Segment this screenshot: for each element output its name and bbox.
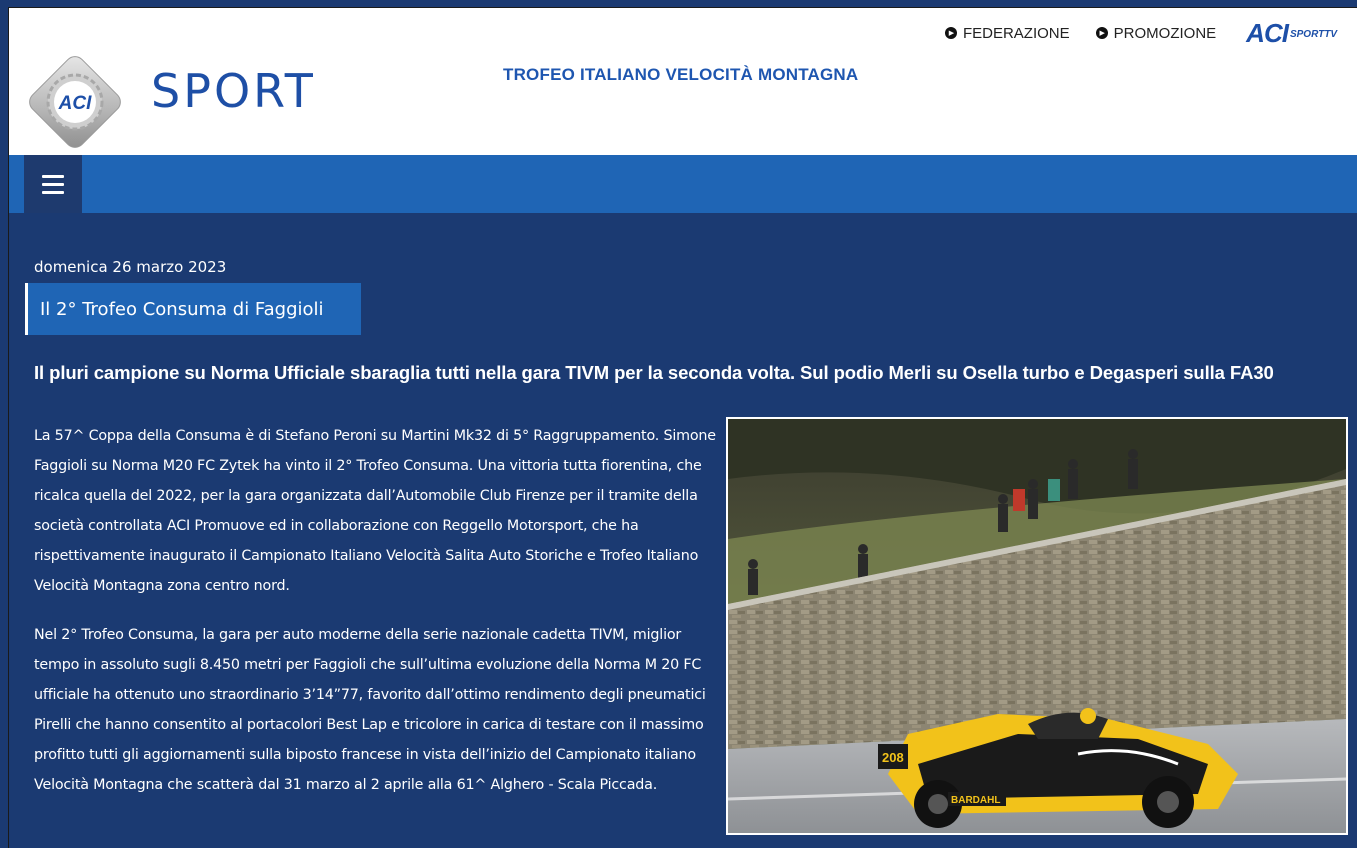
federazione-label: FEDERAZIONE [962,24,1070,42]
sporttv-aci-text: ACI [1246,17,1289,48]
article-paragraph: Nel 2° Trofeo Consuma, la gara per auto … [34,627,706,793]
race-car-photo: 208 BARDAHL [728,419,1346,833]
article-category-tag[interactable]: Il 2° Trofeo Consuma di Faggioli [25,283,361,335]
promozione-label: PROMOZIONE [1113,24,1217,42]
article-date: domenica 26 marzo 2023 [34,258,227,276]
circle-arrow-icon [1095,27,1108,39]
site-header: FEDERAZIONE PROMOZIONE ACI SPORTTV ACI [9,8,1357,155]
top-nav: FEDERAZIONE PROMOZIONE ACI SPORTTV [919,16,1357,50]
article-headline: Il pluri campione su Norma Ufficiale sba… [34,362,1274,383]
article-photo[interactable]: 208 BARDAHL [726,417,1348,835]
hamburger-icon [42,174,64,178]
site-title: TROFEO ITALIANO VELOCITÀ MONTAGNA [503,65,859,84]
aci-sporttv-logo[interactable]: ACI SPORTTV [1246,18,1337,49]
menu-bar [9,155,1357,213]
promozione-link[interactable]: PROMOZIONE [1095,24,1217,42]
sporttv-text: SPORTTV [1289,28,1337,40]
circle-arrow-icon [944,27,957,39]
aci-diamond-logo-icon: ACI [29,56,121,148]
svg-text:208: 208 [882,750,904,765]
federazione-link[interactable]: FEDERAZIONE [944,24,1070,42]
svg-text:BARDAHL: BARDAHL [951,795,1000,806]
article-paragraph: La 57^ Coppa della Consuma è di Stefano … [34,428,716,594]
aci-sport-logo[interactable]: ACI SPORT [23,38,383,148]
hamburger-menu-button[interactable] [24,155,82,213]
sport-wordmark: SPORT [151,64,316,118]
svg-text:ACI: ACI [58,93,92,114]
